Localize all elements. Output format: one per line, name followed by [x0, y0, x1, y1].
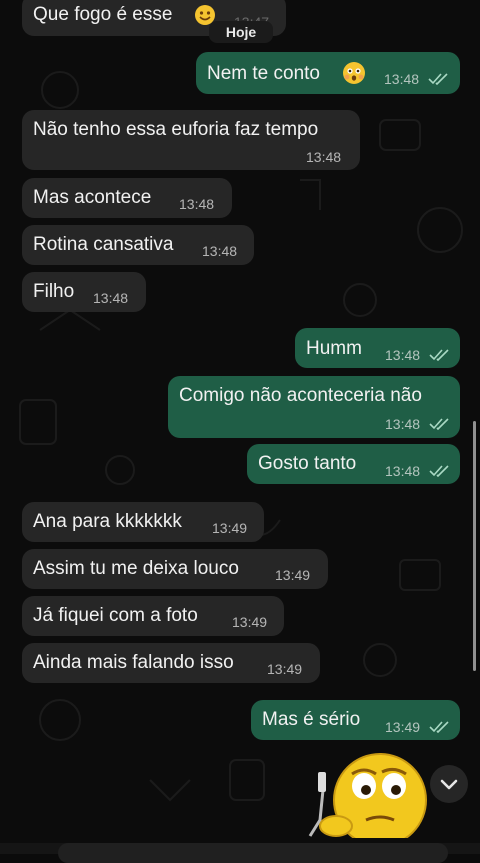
message-text: Humm	[306, 338, 362, 359]
message-time: 13:49	[385, 719, 421, 735]
message-bubble-in[interactable]: Mas acontece 13:48	[22, 178, 232, 218]
message-time: 13:49	[267, 661, 303, 677]
message-text: Que fogo é esse	[33, 4, 173, 25]
message-text: Comigo não aconteceria não	[179, 385, 422, 406]
message-bubble-out[interactable]: Comigo não aconteceria não 13:48	[168, 376, 460, 438]
chevron-down-icon	[440, 779, 458, 790]
message-bubble-in[interactable]: Ana para kkkkkkk 13:49	[22, 502, 264, 542]
message-time: 13:49	[275, 567, 311, 583]
double-check-icon	[429, 349, 449, 361]
message-time: 13:48	[384, 71, 420, 87]
message-time: 13:48	[93, 290, 129, 306]
message-text: Não tenho essa euforia faz tempo	[33, 119, 319, 140]
message-text: Já fiquei com a foto	[33, 605, 198, 626]
message-text: Assim tu me deixa louco	[33, 558, 239, 579]
message-text: Mas acontece	[33, 187, 152, 208]
message-time: 13:49	[232, 614, 268, 630]
message-time: 13:49	[212, 520, 248, 536]
message-bubble-in[interactable]: Assim tu me deixa louco 13:49	[22, 549, 328, 589]
message-input[interactable]	[58, 843, 448, 863]
message-bubble-in[interactable]: Rotina cansativa 13:48	[22, 225, 254, 265]
message-text: Rotina cansativa	[33, 234, 174, 255]
thinking-smiley-sticker[interactable]	[296, 748, 430, 838]
message-bubble-out[interactable]: Gosto tanto 13:48	[247, 444, 460, 484]
double-check-icon	[428, 73, 448, 85]
date-divider: Hoje	[209, 21, 273, 43]
message-time: 13:48	[385, 347, 421, 363]
message-time: 13:48	[306, 149, 342, 165]
message-time: 13:48	[385, 416, 421, 432]
message-bubble-in[interactable]: Filho 13:48	[22, 272, 146, 312]
message-time: 13:48	[179, 196, 215, 212]
scrollbar[interactable]	[473, 421, 476, 671]
message-bubble-out[interactable]: Nem te conto 13:48	[196, 52, 460, 94]
message-time: 13:48	[202, 243, 238, 259]
double-check-icon	[429, 721, 449, 733]
message-text: Nem te conto	[207, 63, 320, 84]
flushed-face-icon	[342, 61, 366, 91]
message-text: Ainda mais falando isso	[33, 652, 234, 673]
message-time: 13:48	[385, 463, 421, 479]
message-bubble-out[interactable]: Mas é sério 13:49	[251, 700, 460, 740]
message-text: Ana para kkkkkkk	[33, 511, 182, 532]
message-text: Mas é sério	[262, 709, 361, 730]
message-text: Filho	[33, 281, 75, 302]
double-check-icon	[429, 418, 449, 430]
message-text: Gosto tanto	[258, 453, 357, 474]
scroll-to-bottom-button[interactable]	[430, 765, 468, 803]
message-bubble-in[interactable]: Não tenho essa euforia faz tempo 13:48	[22, 110, 360, 170]
message-bubble-in[interactable]: Ainda mais falando isso 13:49	[22, 643, 320, 683]
double-check-icon	[429, 465, 449, 477]
message-bubble-in[interactable]: Já fiquei com a foto 13:49	[22, 596, 284, 636]
message-bubble-out[interactable]: Humm 13:48	[295, 328, 460, 368]
